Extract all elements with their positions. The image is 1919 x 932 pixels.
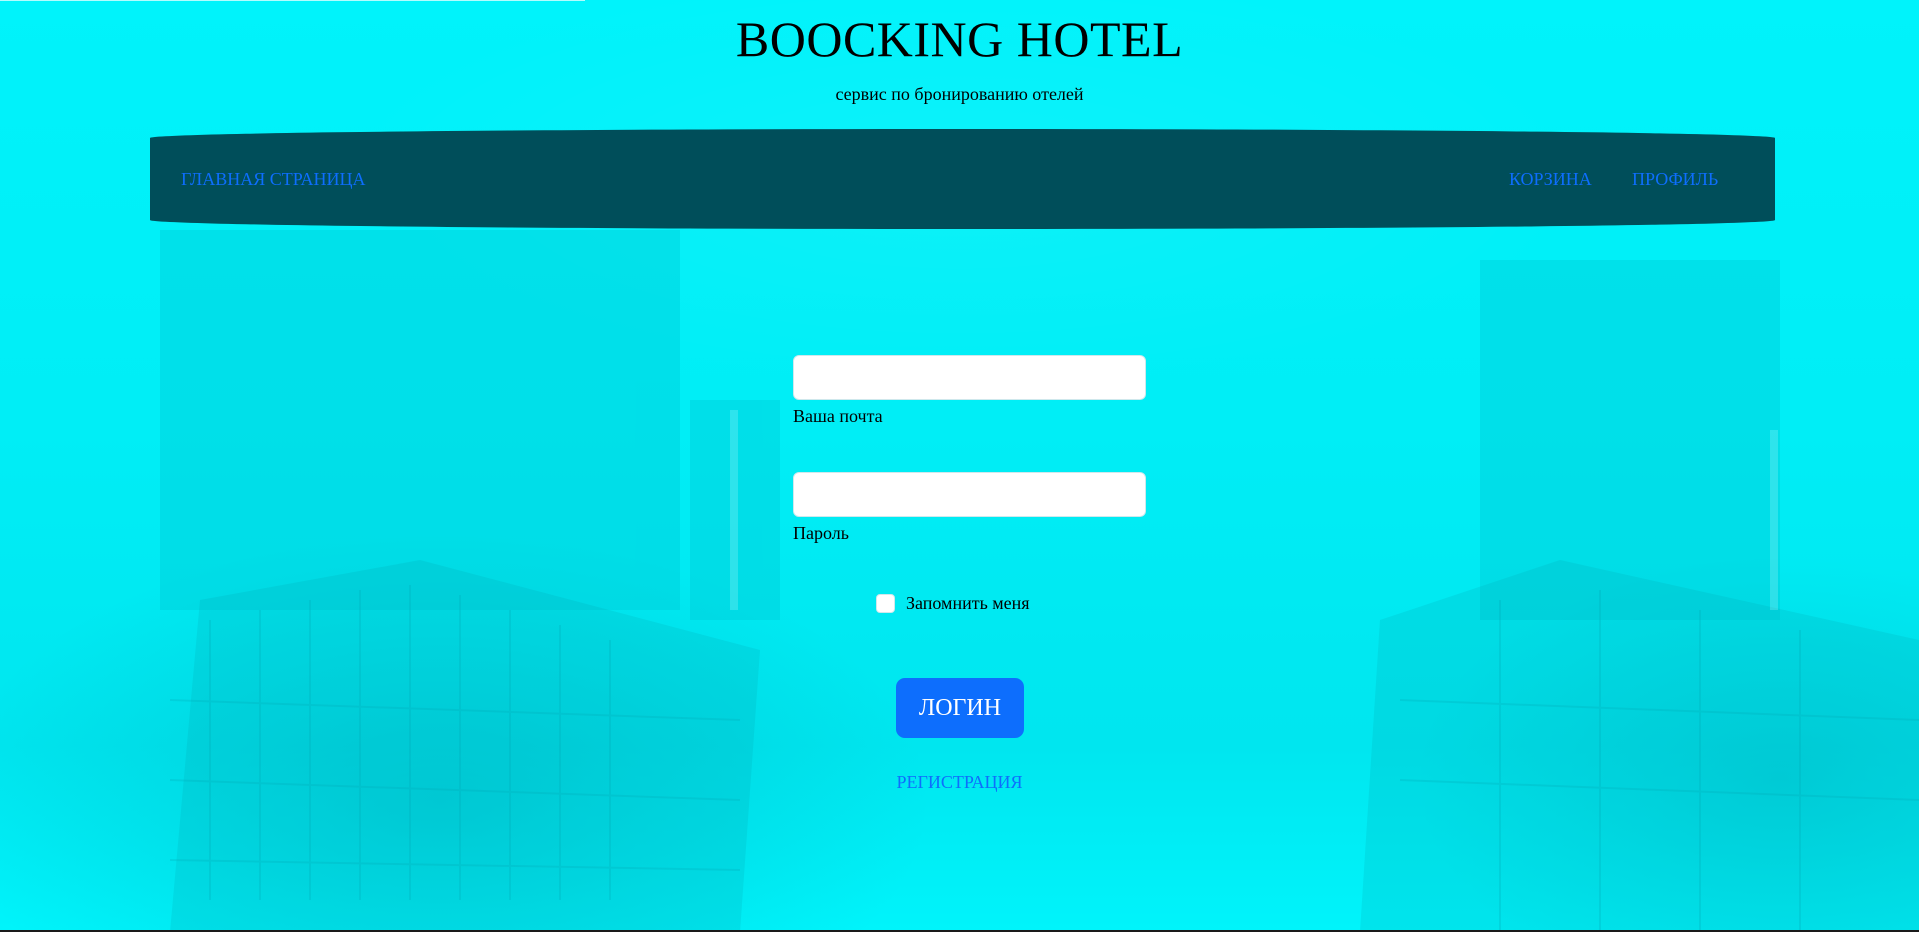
email-label: Ваша почта [793, 406, 883, 426]
remember-me-row: Запомнить меня [876, 592, 1030, 614]
password-label: Пароль [793, 523, 849, 543]
password-input[interactable] [793, 472, 1146, 517]
login-form: Ваша почта Пароль Запомнить меня ЛОГИН Р… [0, 0, 1919, 932]
remember-me-checkbox[interactable] [876, 593, 895, 613]
login-button[interactable]: ЛОГИН [896, 678, 1024, 738]
register-link: РЕГИСТРАЦИЯ [0, 772, 1919, 793]
email-input[interactable] [793, 355, 1146, 400]
remember-me-label: Запомнить меня [906, 592, 1030, 613]
register-link-text[interactable]: РЕГИСТРАЦИЯ [896, 772, 1022, 792]
